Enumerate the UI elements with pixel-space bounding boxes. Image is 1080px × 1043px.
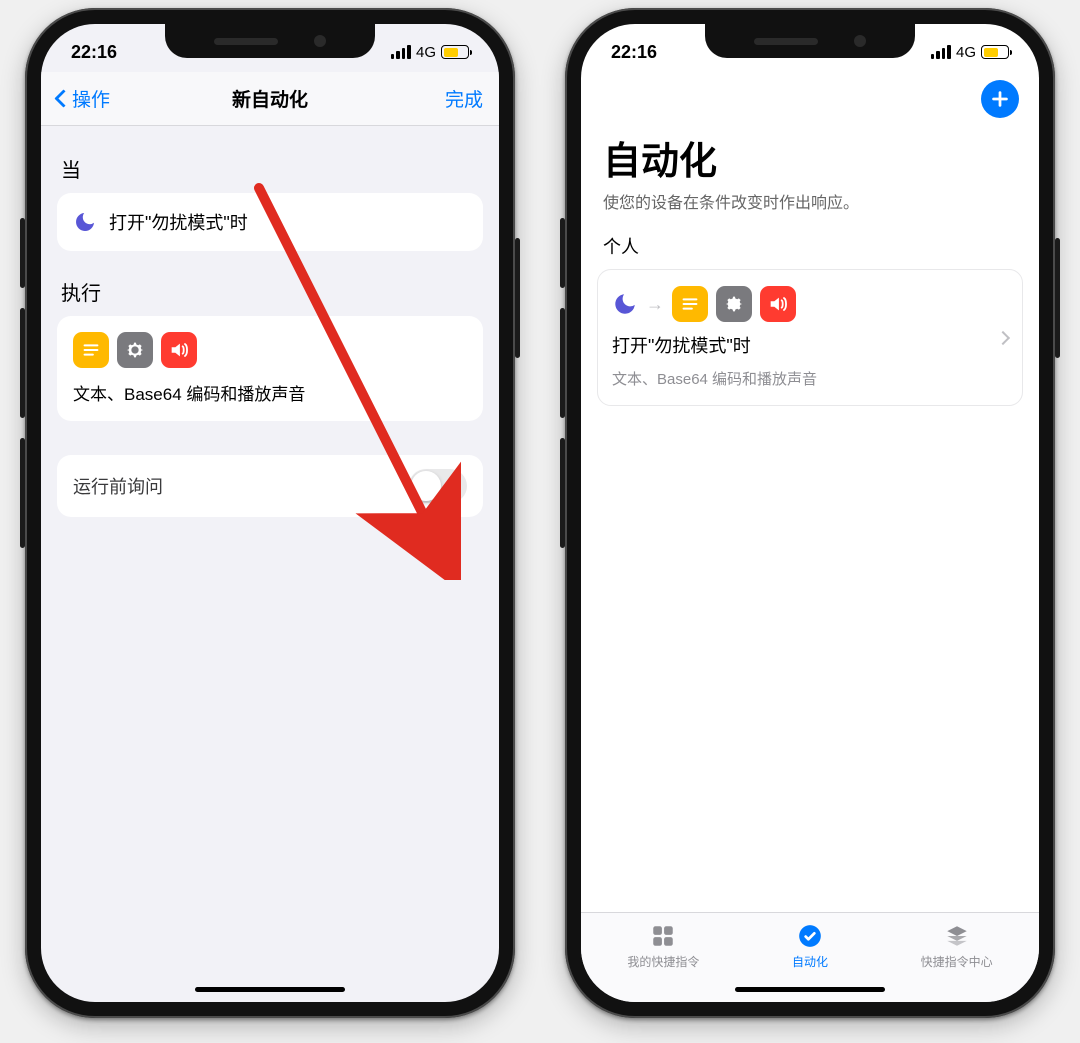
back-label: 操作 [72,85,110,112]
notch [165,24,375,58]
tab-my-shortcuts[interactable]: 我的快捷指令 [627,923,699,970]
moon-icon [612,291,638,317]
battery-icon [441,45,469,59]
page-title: 自动化 [581,118,1039,189]
sound-action-icon [161,332,197,368]
battery-icon [981,45,1009,59]
actions-card[interactable]: 文本、Base64 编码和播放声音 [57,316,483,421]
chevron-right-icon [996,330,1010,344]
tab-label: 自动化 [792,953,828,970]
phone-right: 22:16 4G 自动化 使您的设备在条件改变时作出响应。 个人 [565,8,1055,1018]
back-button[interactable]: 操作 [57,85,110,112]
chevron-left-icon [54,89,72,107]
status-time: 22:16 [611,42,657,63]
sound-action-icon [760,286,796,322]
ask-before-run-toggle[interactable] [409,469,467,503]
ask-before-run-label: 运行前询问 [73,473,163,499]
tab-automation[interactable]: 自动化 [792,923,828,970]
grid-icon [648,923,678,949]
gear-action-icon [117,332,153,368]
text-action-icon [73,332,109,368]
stack-icon [942,923,972,949]
automation-title: 打开"勿扰模式"时 [612,332,988,358]
ask-before-run-row: 运行前询问 [57,455,483,517]
notch [705,24,915,58]
page-subtitle: 使您的设备在条件改变时作出响应。 [581,189,1039,233]
network-label: 4G [416,44,436,61]
actions-description: 文本、Base64 编码和播放声音 [73,380,467,405]
condition-card[interactable]: 打开"勿扰模式"时 [57,193,483,251]
network-label: 4G [956,44,976,61]
home-indicator [195,987,345,992]
status-time: 22:16 [71,42,117,63]
group-personal-label: 个人 [581,233,1039,269]
phone-left: 22:16 4G 操作 新自动化 完成 当 [25,8,515,1018]
tab-label: 我的快捷指令 [627,953,699,970]
done-button[interactable]: 完成 [445,85,483,112]
section-do-label: 执行 [61,277,479,306]
gear-action-icon [716,286,752,322]
signal-icon [391,45,411,59]
moon-icon [73,210,97,234]
text-action-icon [672,286,708,322]
add-button[interactable] [981,80,1019,118]
condition-text: 打开"勿扰模式"时 [109,209,248,235]
plus-icon [989,88,1011,110]
automation-item[interactable]: → 打开"勿扰模式"时 文本、Base64 编码和播放声音 [597,269,1023,406]
arrow-right-icon: → [646,294,664,315]
clock-check-icon [795,923,825,949]
section-when-label: 当 [61,154,479,183]
tab-gallery[interactable]: 快捷指令中心 [921,923,993,970]
automation-subtitle: 文本、Base64 编码和播放声音 [612,368,988,389]
home-indicator [735,987,885,992]
signal-icon [931,45,951,59]
tab-label: 快捷指令中心 [921,953,993,970]
nav-bar: 操作 新自动化 完成 [41,72,499,126]
